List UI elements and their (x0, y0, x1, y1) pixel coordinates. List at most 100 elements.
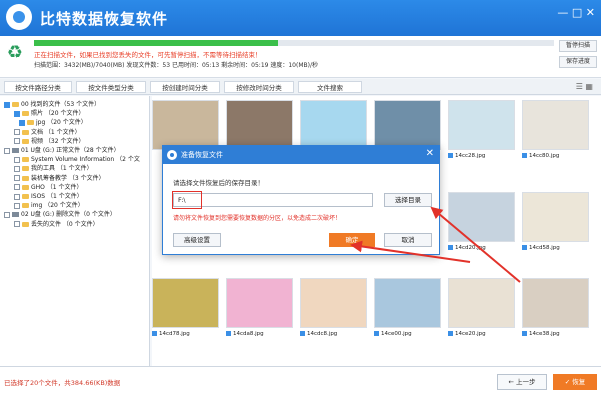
tree-checkbox[interactable] (19, 119, 25, 126)
tab-file-search[interactable]: 文件搜索 (298, 81, 362, 93)
tree-checkbox[interactable] (14, 138, 20, 145)
tree-checkbox[interactable] (14, 110, 20, 117)
tree-checkbox[interactable] (14, 221, 20, 228)
tree-checkbox[interactable] (14, 193, 20, 200)
tree-item-label: 照片 （20 个文件） (31, 110, 85, 118)
tree-item-label: 文档 （1 个文件） (31, 128, 81, 136)
thumbnail-item[interactable]: 14cdc8.jpg (300, 278, 367, 340)
tab-by-type[interactable]: 按文件类型分类 (76, 81, 146, 93)
thumbnail-image[interactable] (522, 100, 589, 150)
tree-checkbox[interactable] (14, 184, 20, 191)
thumbnail-checkbox[interactable] (448, 331, 453, 336)
tab-by-created[interactable]: 按创建时间分类 (150, 81, 220, 93)
tree-item-label: 丢失的文件 （0 个文件） (31, 220, 99, 228)
pause-scan-button[interactable]: 暂停扫描 (559, 40, 597, 52)
tab-by-path[interactable]: 按文件路径分类 (4, 81, 72, 93)
thumbnail-checkbox[interactable] (374, 331, 379, 336)
tree-item[interactable]: 照片 （20 个文件） (14, 109, 84, 118)
select-directory-button[interactable]: 选择目录 (384, 193, 432, 207)
tree-checkbox[interactable] (4, 211, 10, 218)
thumbnail-image[interactable] (374, 278, 441, 328)
thumbnail-item[interactable]: 14cc80.jpg (522, 100, 589, 162)
thumbnail-item[interactable]: 14cda8.jpg (226, 278, 293, 340)
tree-item[interactable]: img （20 个文件） (14, 201, 84, 210)
tree-item[interactable]: 丢失的文件 （0 个文件） (14, 220, 99, 229)
advanced-settings-button[interactable]: 高级设置 (173, 233, 221, 247)
tree-item[interactable]: GHO （1 个文件） (14, 183, 83, 192)
thumbnail-filename: 14cd78.jpg (159, 331, 190, 337)
thumbnail-checkbox[interactable] (300, 331, 305, 336)
thumbnail-checkbox[interactable] (448, 245, 453, 250)
tree-item[interactable]: ISOS （1 个文件） (14, 192, 83, 201)
thumbnail-image[interactable] (522, 278, 589, 328)
thumbnail-image[interactable] (226, 278, 293, 328)
folder-icon (22, 194, 29, 199)
previous-step-button[interactable]: ← 上一步 (497, 374, 547, 390)
save-path-input[interactable]: F:\ (173, 193, 373, 207)
file-tree: 00 找到的文件（53 个文件） 照片 （20 个文件） jpg （20 个文件）文… (0, 96, 150, 366)
tree-checkbox[interactable] (14, 129, 20, 136)
tree-checkbox[interactable] (14, 175, 20, 182)
thumbnail-image[interactable] (152, 278, 219, 328)
thumbnail-item[interactable]: 14ce38.jpg (522, 278, 589, 340)
tree-checkbox[interactable] (14, 156, 20, 163)
recover-button[interactable]: ✓ 恢复 (553, 374, 597, 390)
thumbnail-filename: 14cd58.jpg (529, 245, 560, 251)
thumbnail-filename: 14ce38.jpg (529, 331, 560, 337)
tree-item[interactable]: 02 U盘 (G:) 删除文件（0 个文件） (4, 210, 116, 219)
thumbnail-checkbox[interactable] (522, 153, 527, 158)
thumbnail-image[interactable] (374, 100, 441, 150)
thumbnail-item[interactable]: 14cd20.jpg (448, 192, 515, 254)
tree-checkbox[interactable] (14, 165, 20, 172)
tree-item[interactable]: 我的工具 （1 个文件） (14, 164, 93, 173)
thumbnail-checkbox[interactable] (522, 331, 527, 336)
tree-checkbox[interactable] (4, 101, 10, 108)
tree-checkbox[interactable] (4, 147, 10, 154)
scan-status-message: 正在扫描文件，如果已找到您丢失的文件，可先暂停扫描，不需等待扫描结束！ (34, 51, 262, 59)
thumbnail-item[interactable]: 14cc28.jpg (448, 100, 515, 162)
tree-item[interactable]: 文档 （1 个文件） (14, 128, 81, 137)
tree-item[interactable]: jpg （20 个文件） (19, 118, 87, 127)
tree-item[interactable]: System Volume Information （2 个文 (14, 155, 140, 164)
recover-dialog: 准备恢复文件 ✕ 请选择文件恢复后的保存目录！ F:\ 选择目录 请勿将文件恢复… (162, 145, 440, 255)
ok-button[interactable]: 确定 (329, 233, 375, 247)
scan-status-panel: ♻ 正在扫描文件，如果已找到您丢失的文件，可先暂停扫描，不需等待扫描结束！ 扫描… (0, 36, 601, 78)
tree-item-label: GHO （1 个文件） (31, 183, 83, 191)
tree-item-label: 装机筹备教学 （3 个文件） (31, 174, 105, 182)
thumbnail-item[interactable]: 14cd58.jpg (522, 192, 589, 254)
thumbnail-item[interactable]: 14cd78.jpg (152, 278, 219, 340)
thumbnail-checkbox[interactable] (226, 331, 231, 336)
thumbnail-caption: 14cdc8.jpg (300, 330, 367, 339)
thumbnail-image[interactable] (448, 100, 515, 150)
tree-item[interactable]: 装机筹备教学 （3 个文件） (14, 174, 105, 183)
thumbnail-image[interactable] (522, 192, 589, 242)
title-bar: 比特数据恢复软件 — □ ✕ (0, 0, 601, 36)
close-icon[interactable]: ✕ (426, 148, 434, 159)
thumbnail-item[interactable]: 14ce20.jpg (448, 278, 515, 340)
cancel-button[interactable]: 取消 (384, 233, 432, 247)
thumbnail-image[interactable] (152, 100, 219, 150)
thumbnail-image[interactable] (448, 192, 515, 242)
thumbnail-item[interactable]: 14ce00.jpg (374, 278, 441, 340)
folder-icon (22, 111, 29, 117)
thumbnail-image[interactable] (300, 100, 367, 150)
thumbnail-image[interactable] (226, 100, 293, 150)
thumbnail-checkbox[interactable] (522, 245, 527, 250)
folder-icon (22, 166, 29, 172)
view-mode-icon[interactable]: ☰ ▦ (576, 82, 593, 91)
thumbnail-image[interactable] (448, 278, 515, 328)
thumbnail-image[interactable] (300, 278, 367, 328)
tree-item[interactable]: 00 找到的文件（53 个文件） (4, 100, 100, 109)
window-controls[interactable]: — □ ✕ (557, 6, 595, 19)
thumbnail-checkbox[interactable] (448, 153, 453, 158)
tree-item[interactable]: 01 U盘 (G:) 正常文件（28 个文件） (4, 146, 120, 155)
tree-item[interactable]: 视频 （32 个文件） (14, 137, 84, 146)
thumbnail-caption: 14ce00.jpg (374, 330, 441, 339)
thumbnail-filename: 14cc28.jpg (455, 153, 486, 159)
thumbnail-filename: 14cda8.jpg (233, 331, 264, 337)
thumbnail-caption: 14cd20.jpg (448, 244, 515, 253)
tab-by-modified[interactable]: 按修改时间分类 (224, 81, 294, 93)
thumbnail-checkbox[interactable] (152, 331, 157, 336)
tree-checkbox[interactable] (14, 202, 20, 209)
save-progress-button[interactable]: 保存进度 (559, 56, 597, 68)
